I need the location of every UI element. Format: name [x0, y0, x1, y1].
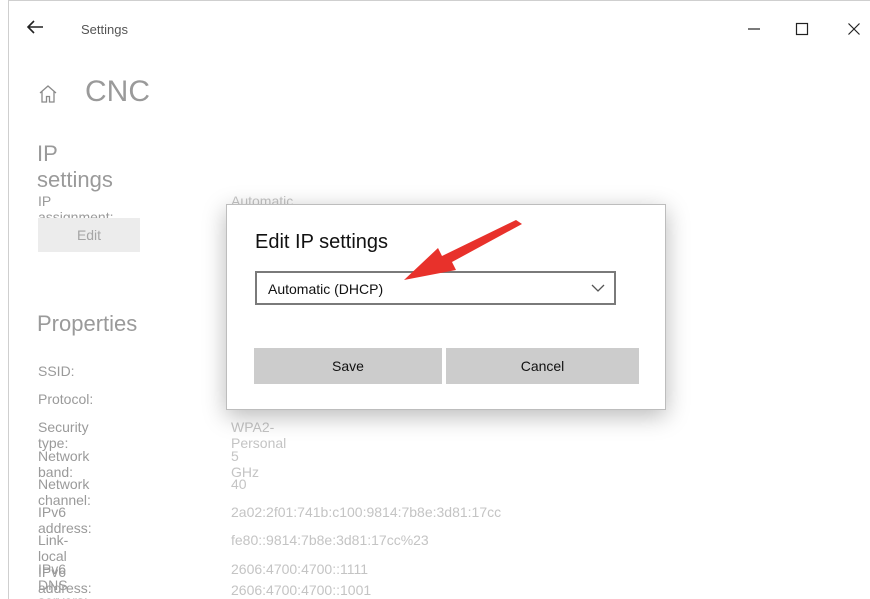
ssid-label: SSID:	[38, 363, 75, 379]
protocol-label: Protocol:	[38, 391, 94, 407]
cancel-button[interactable]: Cancel	[446, 348, 639, 384]
page-header: CNC	[37, 71, 337, 111]
maximize-icon[interactable]	[788, 15, 816, 43]
link-local-ipv6-value: fe80::9814:7b8e:3d81:17cc%23	[231, 532, 429, 548]
minimize-icon[interactable]	[740, 15, 768, 43]
ipv6-dns-label: IPv6 DNS servers:	[38, 561, 88, 599]
close-icon[interactable]	[840, 15, 868, 43]
chevron-down-icon	[590, 281, 606, 295]
window-title: Settings	[81, 22, 128, 37]
ip-assignment-dropdown[interactable]: Automatic (DHCP)	[255, 271, 616, 305]
properties-heading: Properties	[37, 311, 138, 336]
ipv6-address-value: 2a02:2f01:741b:c100:9814:7b8e:3d81:17cc	[231, 504, 502, 520]
security-type-value: WPA2-Personal	[231, 419, 287, 451]
security-type-label: Security type:	[38, 419, 89, 451]
dropdown-selected-value: Automatic (DHCP)	[268, 281, 384, 297]
title-bar: Settings	[9, 1, 870, 53]
dialog-title: Edit IP settings	[255, 231, 389, 253]
edit-button[interactable]: Edit	[38, 218, 140, 252]
edit-ip-settings-dialog: Edit IP settings Automatic (DHCP) Save C…	[226, 204, 666, 410]
network-channel-value: 40	[231, 476, 247, 492]
home-icon[interactable]	[37, 83, 59, 105]
save-button[interactable]: Save	[254, 348, 442, 384]
back-arrow-icon[interactable]	[23, 15, 47, 39]
page-title: CNC	[85, 75, 150, 108]
ipv6-dns-value-secondary: 2606:4700:4700::1001	[231, 582, 372, 598]
ip-settings-heading: IP settings	[37, 141, 113, 192]
ipv6-dns-value: 2606:4700:4700::1111	[231, 561, 369, 577]
